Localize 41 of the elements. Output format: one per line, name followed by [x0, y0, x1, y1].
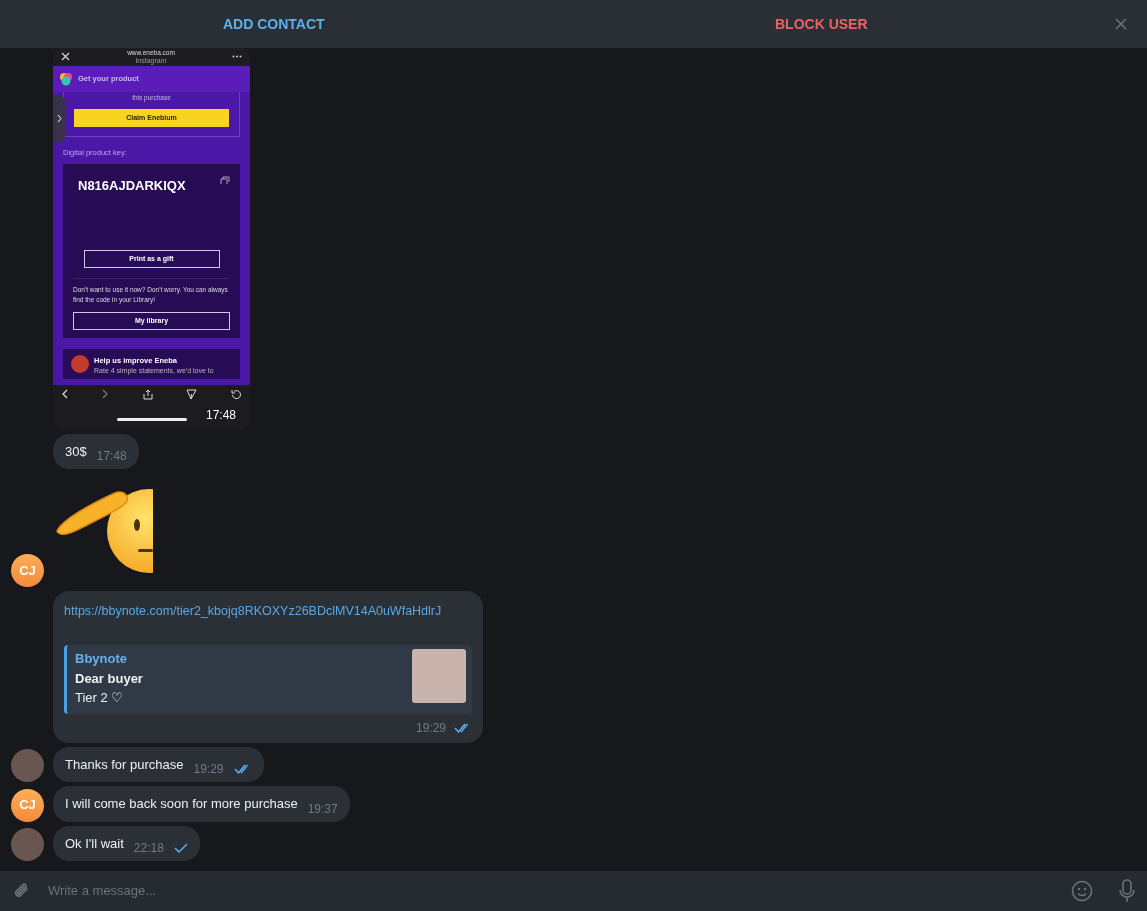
preview-title: Dear buyer [75, 669, 143, 688]
microphone-icon [1119, 879, 1135, 903]
home-indicator [117, 417, 187, 421]
message-time: 19:37 [307, 800, 338, 818]
message-time: 19:29 [415, 719, 446, 737]
copy-icon[interactable] [220, 176, 230, 186]
avatar-placeholder [71, 355, 89, 373]
logo-icon [59, 71, 73, 86]
message-composer[interactable]: Write a message... [0, 871, 1147, 911]
close-icon [1115, 18, 1127, 30]
message-time: 19:29 [193, 761, 224, 778]
message-time: 17:48 [96, 448, 127, 466]
photo-placeholder [412, 649, 466, 703]
message-input[interactable]: Write a message... [46, 880, 1057, 902]
chevron-icon [56, 114, 62, 124]
forward-icon[interactable] [101, 389, 109, 400]
message-time: 22:18 [133, 840, 164, 857]
voice-button[interactable] [1119, 879, 1135, 903]
share-icon[interactable] [142, 388, 153, 400]
smiley-icon [1071, 880, 1093, 902]
avatar: CJ [11, 554, 44, 588]
message-text: Thanks for purchase [65, 755, 184, 774]
send-icon[interactable] [186, 388, 198, 400]
avatar: CJ [11, 788, 44, 822]
back-icon[interactable] [61, 389, 68, 400]
link-preview[interactable]: Bbynote Dear buyer Tier 2 ♡ [64, 645, 472, 714]
block-user-button[interactable]: BLOCK USER [547, 0, 1095, 48]
link[interactable]: https://bbynote.com/tier2_kbojq8RKOXYz26BDclMV14A0uWfaHdlrJ [64, 604, 442, 619]
message-text: Ok I'll wait [65, 834, 124, 853]
product-key: N816AJDARKIQX [78, 176, 186, 196]
message-text: 30$ [65, 442, 87, 461]
reload-icon[interactable] [231, 388, 242, 400]
more-icon [232, 55, 242, 59]
preview-description: Tier 2 ♡ [75, 689, 125, 707]
avatar-photo-placeholder [11, 749, 44, 782]
preview-site: Bbynote [75, 650, 128, 668]
emoji-button[interactable] [1071, 880, 1093, 902]
close-icon [61, 52, 70, 62]
message-text: I will come back soon for more purchase [65, 795, 298, 813]
avatar-photo-placeholder [11, 828, 44, 861]
add-contact-button[interactable]: ADD CONTACT [0, 0, 548, 48]
